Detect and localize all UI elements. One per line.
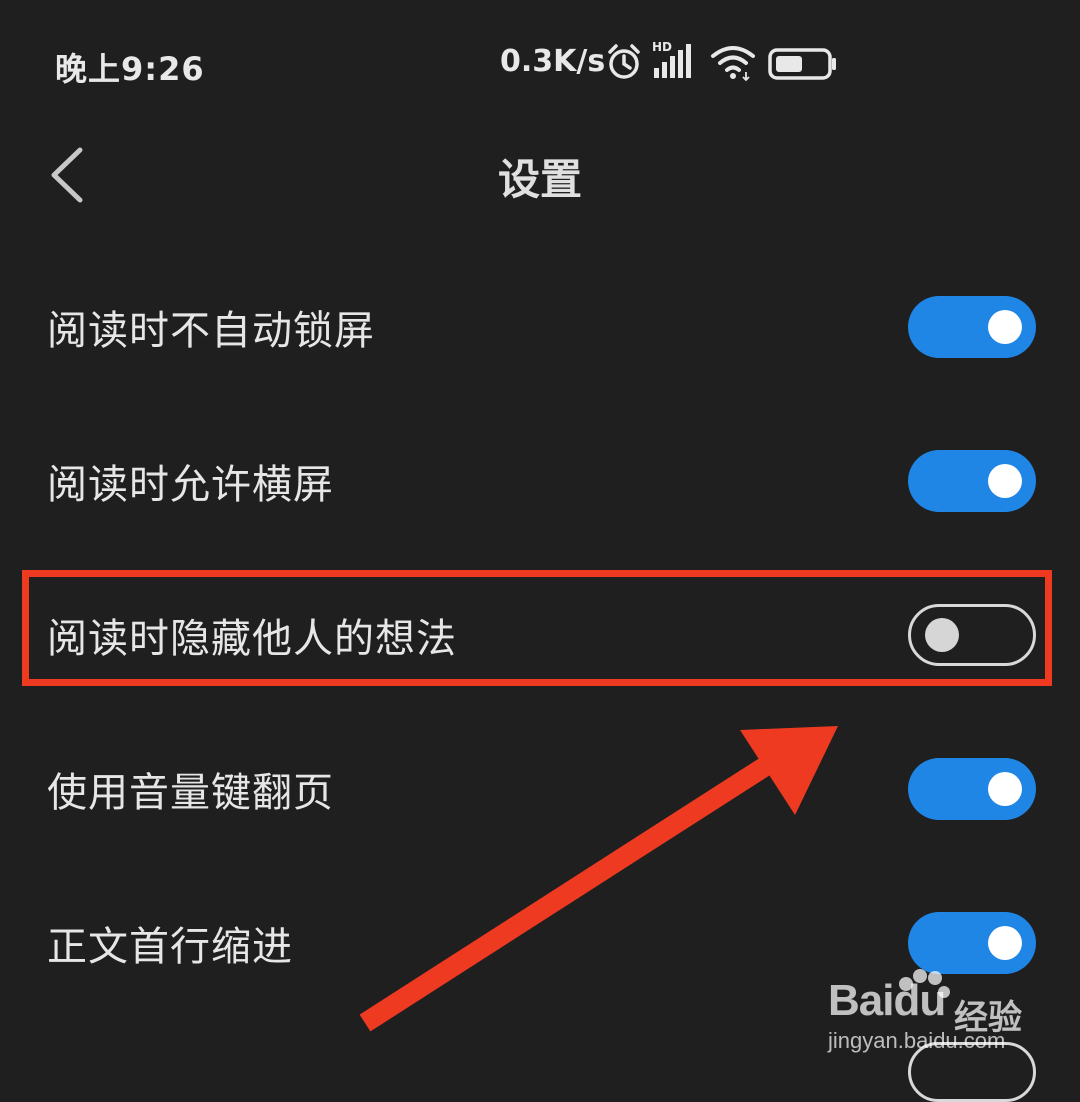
toggle-switch[interactable] [908, 296, 1036, 358]
wifi-icon [710, 44, 756, 86]
toggle-knob [988, 464, 1022, 498]
toggle-switch[interactable] [908, 450, 1036, 512]
hd-badge: HD [652, 40, 673, 54]
page-title: 设置 [497, 155, 582, 204]
toggle-switch[interactable] [908, 758, 1036, 820]
status-time: 晚上9:26 [55, 50, 205, 88]
setting-row-allow-landscape: 阅读时允许横屏 [0, 404, 1080, 558]
battery-icon [768, 48, 838, 84]
setting-row-volume-key-page: 使用音量键翻页 [0, 712, 1080, 866]
toggle-knob [925, 618, 959, 652]
setting-label: 正文首行缩进 [47, 924, 293, 970]
toggle-switch[interactable] [908, 604, 1036, 666]
setting-row-partial [0, 1020, 1080, 1102]
toggle-knob [988, 772, 1022, 806]
setting-row-no-autolock: 阅读时不自动锁屏 [0, 250, 1080, 404]
alarm-icon [606, 42, 642, 86]
toggle-knob [988, 926, 1022, 960]
setting-row-hide-others-thoughts: 阅读时隐藏他人的想法 [0, 558, 1080, 712]
partial-toggle-outline [908, 1042, 1036, 1102]
setting-label: 使用音量键翻页 [47, 770, 334, 816]
toggle-knob [988, 310, 1022, 344]
setting-label: 阅读时隐藏他人的想法 [47, 616, 457, 662]
setting-label: 阅读时不自动锁屏 [47, 308, 375, 354]
setting-label: 阅读时允许横屏 [47, 462, 334, 508]
setting-row-first-line-indent: 正文首行缩进 [0, 866, 1080, 1020]
status-bar: 晚上9:26 0.3K/s HD [0, 0, 1080, 130]
settings-list: 阅读时不自动锁屏 阅读时允许横屏 阅读时隐藏他人的想法 使用音量键翻页 正文首行… [0, 250, 1080, 1102]
network-speed: 0.3K/s [500, 44, 606, 79]
toggle-switch[interactable] [908, 912, 1036, 974]
header-bar: 设置 [0, 130, 1080, 220]
